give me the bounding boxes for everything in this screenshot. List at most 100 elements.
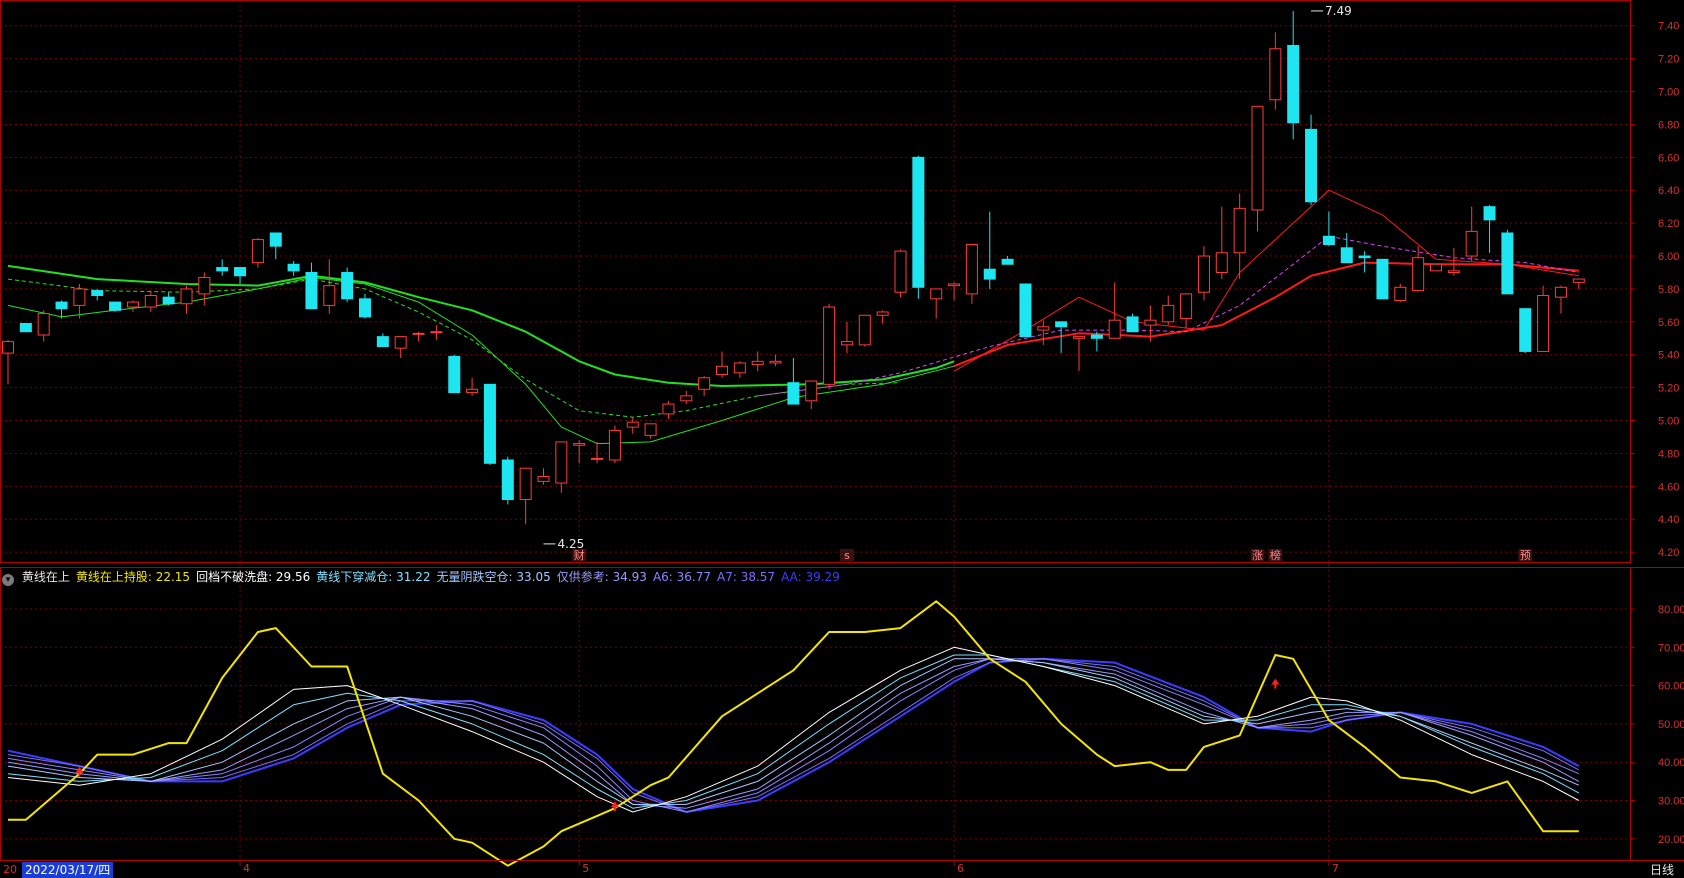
candle-up[interactable] [930,288,943,319]
candle-down[interactable] [376,333,389,348]
candle-body [965,244,978,295]
candle-down[interactable] [448,354,461,394]
candle-body [1269,48,1282,101]
candle-up[interactable] [805,380,818,410]
candle-up[interactable] [573,440,586,464]
candle-up[interactable] [626,417,639,434]
candle-down[interactable] [501,456,514,505]
candle-body [930,288,943,300]
candle-up[interactable] [555,441,568,493]
candle-down[interactable] [162,292,175,306]
candle-body [1376,258,1389,300]
candle-down[interactable] [91,288,104,301]
candle-up[interactable] [37,310,50,342]
candle-down[interactable] [1090,331,1103,352]
candle-up[interactable] [858,314,871,347]
candle-up[interactable] [965,244,978,304]
event-marker[interactable]: 财 [572,548,587,562]
candle-up[interactable] [144,290,157,312]
price-tick-label: 5.40 [1658,350,1679,362]
candle-up[interactable] [1394,284,1407,303]
event-marker[interactable]: 涨 [1250,549,1265,562]
candle-up[interactable] [769,354,782,367]
candle-up[interactable] [126,300,139,312]
candle-up[interactable] [1197,246,1210,301]
candle-up[interactable] [180,285,193,314]
candle-up[interactable] [1073,336,1085,372]
candle-up[interactable] [1447,247,1460,276]
price-tick-label: 5.00 [1658,416,1679,428]
candle-up[interactable] [251,237,264,268]
candle-up[interactable] [537,468,550,485]
candle-up[interactable] [733,361,746,378]
event-marker[interactable]: 榜 [1268,548,1283,562]
candle-up[interactable] [840,321,853,354]
candle-down[interactable] [19,322,32,333]
indicator-tick-label: 40.00 [1658,757,1684,769]
candle-up[interactable] [430,325,443,340]
candle-up[interactable] [608,425,621,464]
candle-up[interactable] [1537,285,1550,352]
event-marker[interactable]: 预 [1518,549,1533,562]
candle-down[interactable] [912,155,925,299]
candle-down[interactable] [1519,308,1532,354]
candle-down[interactable] [1287,10,1300,140]
stock-chart[interactable]: 7.40 7.20 7.00 6.80 6.60 6.40 6.20 6.00 5.80 5.60… [0,0,1684,878]
candle-down[interactable] [359,293,371,319]
candle-down[interactable] [1340,233,1353,264]
candle-body [1501,232,1514,295]
candle-up[interactable] [1430,263,1442,272]
candle-down[interactable] [787,358,800,405]
candle-up[interactable] [1269,32,1282,110]
candle-up[interactable] [698,376,711,396]
candle-up[interactable] [680,390,693,405]
candle-body [591,457,604,460]
candle-down[interactable] [287,260,300,276]
candle-down[interactable] [1483,205,1496,253]
event-markers[interactable]: 财 s 涨榜 预 [572,548,1533,562]
candle-up[interactable] [466,377,479,396]
event-marker[interactable]: s [839,549,854,562]
candle-up[interactable] [2,339,14,385]
candle-up[interactable] [1037,320,1050,345]
indicator-tick-label: 60.00 [1658,681,1684,693]
candle-down[interactable] [1322,211,1335,247]
candle-down[interactable] [1019,283,1032,338]
candle-down[interactable] [109,301,122,312]
candle-up[interactable] [894,249,907,298]
candle-up[interactable] [1465,206,1478,261]
candle-up[interactable] [716,351,728,378]
period-selector[interactable]: 日线 [1650,862,1674,878]
candle-up[interactable] [1180,293,1193,329]
candle-up[interactable] [1162,295,1175,326]
candle-up[interactable] [412,331,425,342]
candle-down[interactable] [341,267,354,303]
candle-up[interactable] [1554,285,1567,314]
candle-up[interactable] [1572,278,1585,289]
candle-up[interactable] [519,467,532,525]
candle-up[interactable] [1108,282,1121,339]
candle-up[interactable] [823,303,836,390]
candle-down[interactable] [1001,256,1014,265]
candle-up[interactable] [948,282,961,301]
candle-down[interactable] [269,232,282,260]
candle-down[interactable] [216,259,229,276]
indicator-legend-item: 仅供参考: 34.93 [556,570,647,584]
candle-up[interactable] [1233,193,1246,280]
candle-up[interactable] [591,441,604,464]
candle-down[interactable] [1305,114,1318,206]
candle-up[interactable] [198,272,211,306]
candle-up[interactable] [1215,206,1228,280]
candle-up[interactable] [73,284,86,319]
candle-up[interactable] [323,259,336,314]
indicator-menu-icon[interactable]: ▾ [2,574,14,586]
candle-up[interactable] [1251,105,1264,232]
candle-down[interactable] [234,267,247,284]
candle-down[interactable] [483,383,496,465]
candle-up[interactable] [644,423,657,439]
candle-up[interactable] [662,400,675,419]
candle-down[interactable] [1501,229,1514,295]
candle-down[interactable] [1376,258,1389,300]
candle-down[interactable] [1126,313,1139,333]
candle-down[interactable] [305,262,318,310]
